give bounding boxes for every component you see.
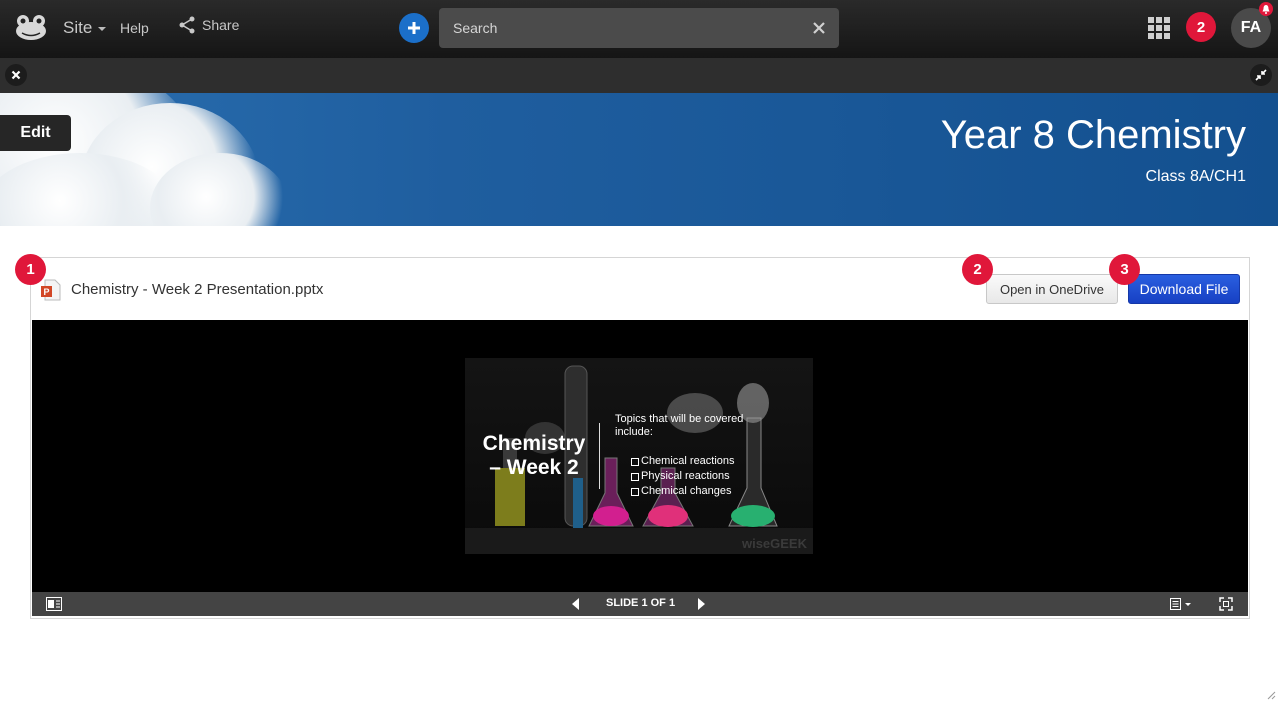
share-label: Share: [202, 17, 240, 33]
slide-title: Chemistry – Week 2: [475, 432, 593, 480]
list-item: Physical reactions: [631, 469, 735, 484]
list-item-label: Physical reactions: [641, 470, 730, 482]
site-menu-label: Site: [63, 18, 93, 37]
checkbox-bullet-icon: [631, 457, 639, 466]
top-navigation-bar: Site Help Share 2 FA: [0, 0, 1278, 58]
file-viewer-card: P Chemistry - Week 2 Presentation.pptx O…: [30, 257, 1250, 619]
fullscreen-icon[interactable]: [1219, 597, 1233, 611]
share-button[interactable]: Share: [178, 16, 239, 34]
viewer-toolbar: SLIDE 1 OF 1: [32, 592, 1248, 616]
presentation-viewer[interactable]: Chemistry – Week 2 Topics that will be c…: [32, 320, 1248, 592]
notes-view-icon[interactable]: [1170, 598, 1194, 610]
checkbox-bullet-icon: [631, 487, 639, 496]
slide-title-line: Chemistry: [482, 432, 586, 455]
slide-topics-heading: Topics that will be covered include:: [615, 413, 744, 438]
close-page-button[interactable]: [5, 64, 27, 86]
list-item: Chemical reactions: [631, 454, 735, 469]
page-banner: Edit Year 8 Chemistry Class 8A/CH1: [0, 93, 1278, 226]
slide-topic-list: Chemical reactions Physical reactions Ch…: [631, 454, 735, 499]
chevron-down-icon: [98, 27, 107, 31]
slide-indicator: SLIDE 1 OF 1: [606, 597, 676, 609]
download-file-button[interactable]: Download File: [1128, 274, 1240, 304]
checkbox-bullet-icon: [631, 472, 639, 481]
page-title: Year 8 Chemistry: [940, 113, 1246, 157]
search-bar: [439, 8, 839, 48]
slide-watermark: wiseGEEK: [741, 536, 807, 551]
powerpoint-file-icon: P: [41, 279, 61, 301]
office-app-icon[interactable]: [46, 597, 62, 611]
share-icon: [179, 16, 195, 34]
help-link[interactable]: Help: [120, 20, 149, 36]
list-item: Chemical changes: [631, 484, 735, 499]
search-input[interactable]: [439, 8, 799, 48]
page-toolbar: [0, 58, 1278, 93]
list-item-label: Chemical reactions: [641, 455, 735, 467]
create-button[interactable]: [399, 13, 429, 43]
edit-button[interactable]: Edit: [0, 115, 71, 151]
bell-icon: [1259, 2, 1273, 16]
slide-divider: [599, 423, 600, 489]
collapse-arrows-icon: [1255, 69, 1267, 81]
step-badge-1: 1: [15, 254, 46, 285]
svg-text:P: P: [43, 287, 49, 297]
open-in-onedrive-button[interactable]: Open in OneDrive: [986, 274, 1118, 304]
step-badge-3: 3: [1109, 254, 1140, 285]
slide-title-line: – Week 2: [489, 456, 579, 479]
frog-logo-icon[interactable]: [14, 12, 48, 42]
page-subtitle: Class 8A/CH1: [1145, 168, 1246, 185]
site-menu[interactable]: Site: [63, 18, 107, 38]
close-icon[interactable]: [811, 20, 827, 36]
collapse-button[interactable]: [1250, 64, 1272, 86]
list-item-label: Chemical changes: [641, 485, 732, 497]
file-header: P Chemistry - Week 2 Presentation.pptx O…: [31, 258, 1249, 320]
plus-icon: [408, 22, 420, 34]
resize-handle-icon[interactable]: [1266, 690, 1276, 700]
next-slide-button[interactable]: [698, 598, 705, 610]
previous-slide-button[interactable]: [572, 598, 579, 610]
app-grid-icon[interactable]: [1148, 17, 1170, 39]
file-name[interactable]: Chemistry - Week 2 Presentation.pptx: [71, 281, 323, 298]
step-badge-2: 2: [962, 254, 993, 285]
slide-preview: Chemistry – Week 2 Topics that will be c…: [465, 358, 813, 554]
close-icon: [11, 70, 21, 80]
notification-badge[interactable]: 2: [1186, 12, 1216, 42]
